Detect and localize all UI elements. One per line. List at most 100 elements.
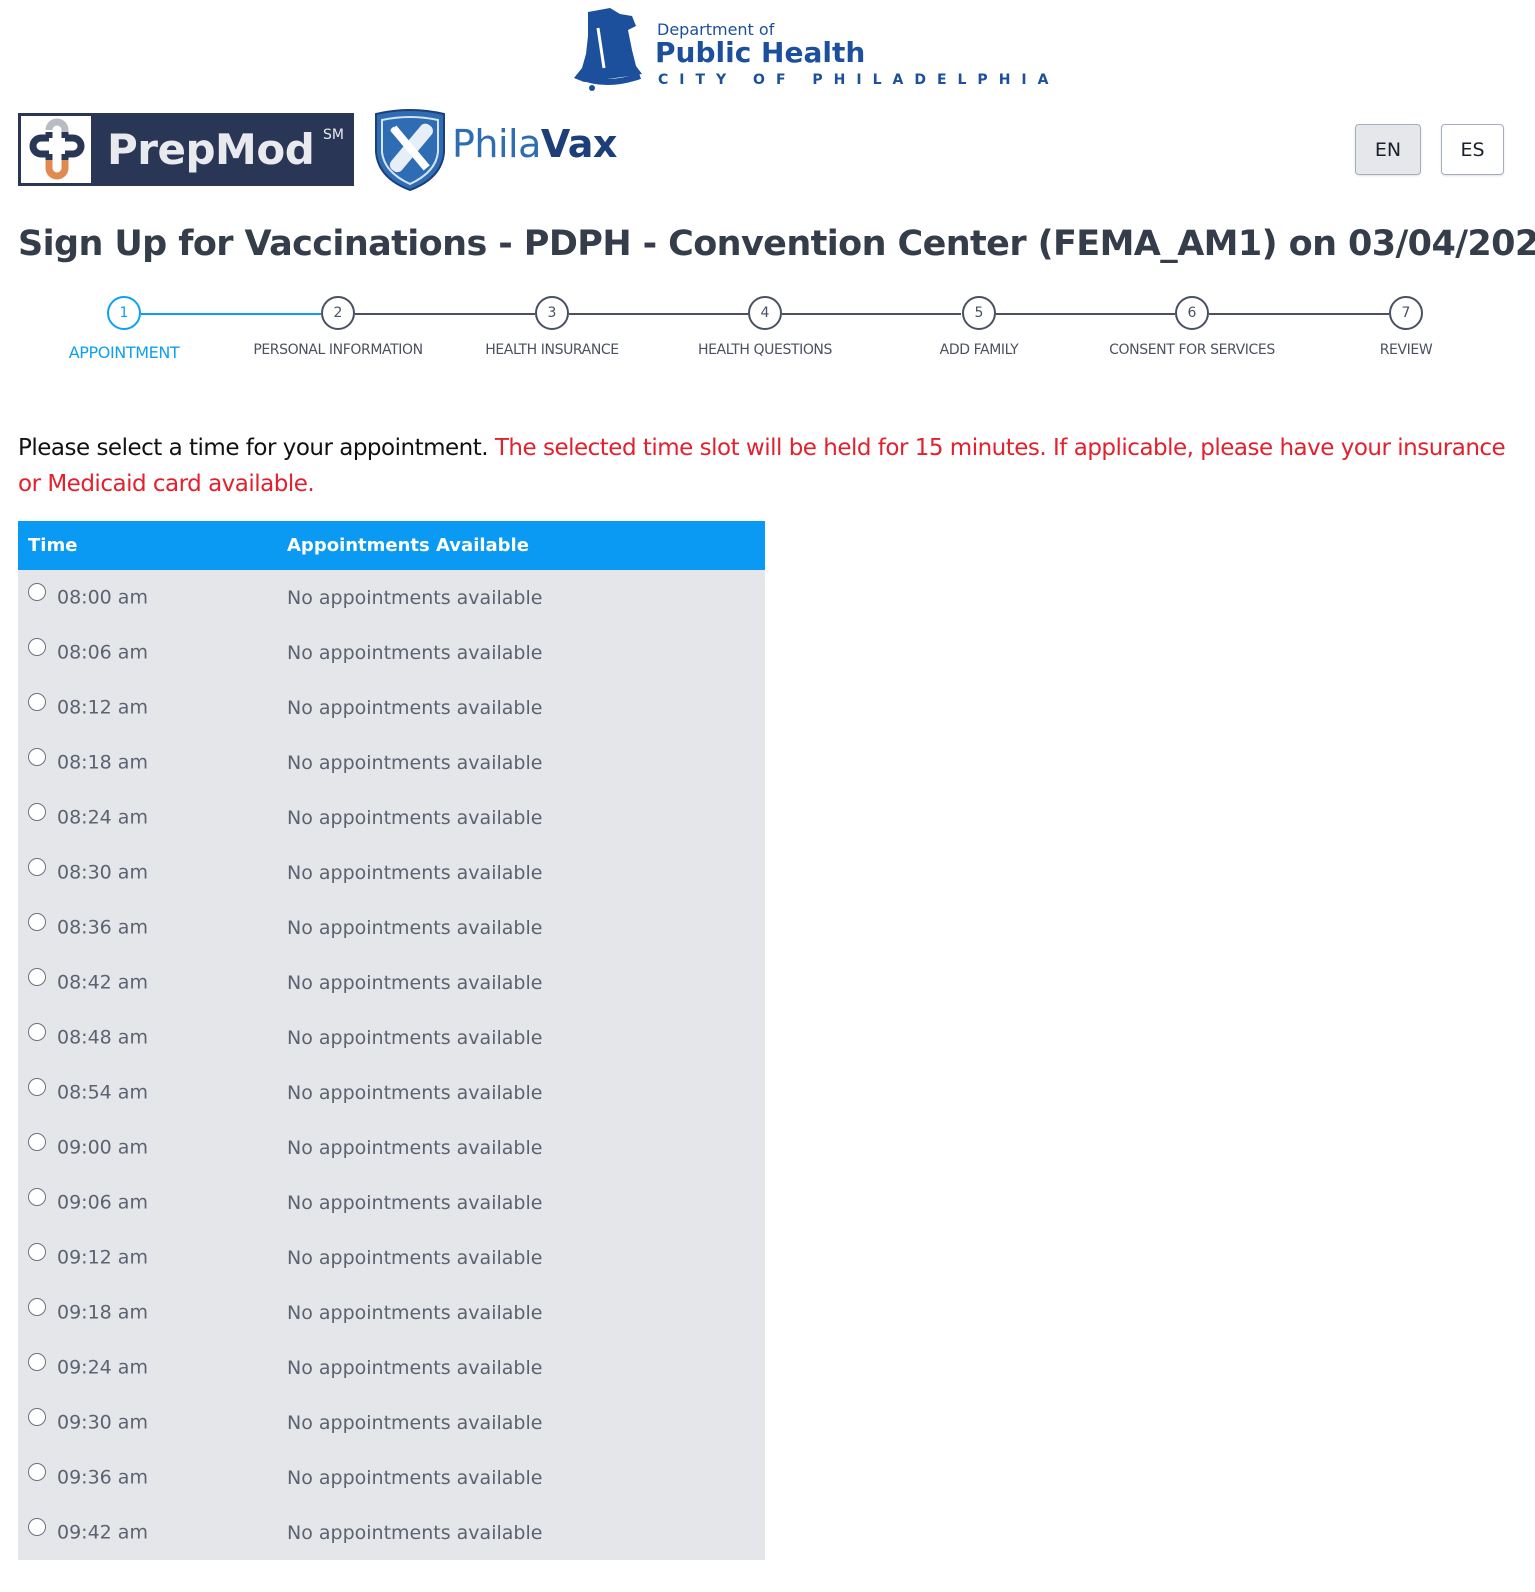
time-label: 09:36 am xyxy=(57,1466,148,1489)
table-row[interactable]: 09:36 am No appointments available xyxy=(18,1450,765,1505)
step-review[interactable]: 7 REVIEW xyxy=(1296,295,1516,358)
table-row[interactable]: 09:12 am No appointments available xyxy=(18,1230,765,1285)
table-row[interactable]: 09:42 am No appointments available xyxy=(18,1505,765,1560)
step-appointment[interactable]: 1 APPOINTMENT xyxy=(14,295,234,362)
step-label: PERSONAL INFORMATION xyxy=(253,342,423,358)
availability-cell: No appointments available xyxy=(287,1136,543,1159)
time-slot-radio[interactable] xyxy=(28,803,46,822)
time-slot-radio[interactable] xyxy=(28,1518,46,1537)
time-slot-radio[interactable] xyxy=(28,1023,46,1042)
table-row[interactable]: 08:36 am No appointments available xyxy=(18,900,765,955)
step-number: 7 xyxy=(1389,296,1423,330)
time-cell: 09:24 am xyxy=(18,1340,280,1395)
prepmod-name: PrepMod xyxy=(107,125,315,174)
table-row[interactable]: 09:30 am No appointments available xyxy=(18,1395,765,1450)
step-add-family[interactable]: 5 ADD FAMILY xyxy=(869,295,1089,358)
table-row[interactable]: 08:54 am No appointments available xyxy=(18,1065,765,1120)
table-row[interactable]: 09:18 am No appointments available xyxy=(18,1285,765,1340)
availability-cell: No appointments available xyxy=(287,1466,543,1489)
time-cell: 09:12 am xyxy=(18,1230,280,1285)
time-cell: 08:54 am xyxy=(18,1065,280,1120)
prepmod-cross-icon xyxy=(21,116,91,183)
time-slot-radio[interactable] xyxy=(28,858,46,877)
availability-cell: No appointments available xyxy=(287,1026,543,1049)
table-row[interactable]: 08:00 am No appointments available xyxy=(18,570,765,625)
prepmod-service-mark: SM xyxy=(323,127,344,143)
dept-public-health-logo: Department of Public Health CITY OF PHIL… xyxy=(570,6,1048,94)
time-cell: 09:00 am xyxy=(18,1120,280,1175)
time-label: 09:42 am xyxy=(57,1521,148,1544)
time-cell: 08:36 am xyxy=(18,900,280,955)
column-header-time: Time xyxy=(28,535,78,556)
time-slots-table: Time Appointments Available 08:00 am No a… xyxy=(18,521,765,1560)
time-slot-radio[interactable] xyxy=(28,1133,46,1152)
table-row[interactable]: 08:48 am No appointments available xyxy=(18,1010,765,1065)
time-slot-radio[interactable] xyxy=(28,583,46,602)
time-slot-radio[interactable] xyxy=(28,913,46,932)
time-label: 09:12 am xyxy=(57,1246,148,1269)
table-row[interactable]: 08:24 am No appointments available xyxy=(18,790,765,845)
time-label: 08:12 am xyxy=(57,696,148,719)
dept-logo-line3: CITY OF PHILADELPHIA xyxy=(658,72,1060,88)
table-row[interactable]: 09:06 am No appointments available xyxy=(18,1175,765,1230)
time-cell: 08:24 am xyxy=(18,790,280,845)
step-consent-for-services[interactable]: 6 CONSENT FOR SERVICES xyxy=(1082,295,1302,358)
time-cell: 08:42 am xyxy=(18,955,280,1010)
step-label: HEALTH INSURANCE xyxy=(485,342,619,358)
philavax-name: PhilaVax xyxy=(452,122,617,166)
dept-logo-line2: Public Health xyxy=(655,36,866,69)
table-row[interactable]: 08:12 am No appointments available xyxy=(18,680,765,735)
time-cell: 08:48 am xyxy=(18,1010,280,1065)
language-es-button[interactable]: ES xyxy=(1441,124,1504,175)
availability-cell: No appointments available xyxy=(287,1411,543,1434)
time-slot-radio[interactable] xyxy=(28,1298,46,1317)
time-label: 09:30 am xyxy=(57,1411,148,1434)
table-row[interactable]: 08:42 am No appointments available xyxy=(18,955,765,1010)
time-slot-radio[interactable] xyxy=(28,1243,46,1262)
language-en-button[interactable]: EN xyxy=(1355,124,1421,175)
availability-cell: No appointments available xyxy=(287,861,543,884)
time-cell: 08:30 am xyxy=(18,845,280,900)
philavax-name-light: Phila xyxy=(452,122,541,166)
step-label: HEALTH QUESTIONS xyxy=(697,342,832,358)
step-label: ADD FAMILY xyxy=(939,342,1019,358)
step-number: 1 xyxy=(107,296,141,330)
step-number: 3 xyxy=(535,296,569,330)
time-cell: 08:18 am xyxy=(18,735,280,790)
time-cell: 08:12 am xyxy=(18,680,280,735)
time-label: 08:24 am xyxy=(57,806,148,829)
time-label: 08:42 am xyxy=(57,971,148,994)
time-label: 08:00 am xyxy=(57,586,148,609)
time-slot-radio[interactable] xyxy=(28,693,46,712)
time-label: 08:54 am xyxy=(57,1081,148,1104)
time-slot-radio[interactable] xyxy=(28,1188,46,1207)
time-slot-radio[interactable] xyxy=(28,1078,46,1097)
time-slots-body: 08:00 am No appointments available 08:06 a… xyxy=(18,570,765,1560)
table-row[interactable]: 08:18 am No appointments available xyxy=(18,735,765,790)
step-number: 4 xyxy=(748,296,782,330)
step-label: CONSENT FOR SERVICES xyxy=(1109,342,1275,358)
time-cell: 08:00 am xyxy=(18,570,280,625)
time-slot-radio[interactable] xyxy=(28,748,46,767)
time-slot-radio[interactable] xyxy=(28,1463,46,1482)
time-slot-radio[interactable] xyxy=(28,638,46,657)
time-slot-radio[interactable] xyxy=(28,1408,46,1427)
availability-cell: No appointments available xyxy=(287,916,543,939)
time-slot-radio[interactable] xyxy=(28,1353,46,1372)
step-number: 2 xyxy=(321,296,355,330)
page-title: Sign Up for Vaccinations - PDPH - Conven… xyxy=(18,224,1535,264)
step-personal-information[interactable]: 2 PERSONAL INFORMATION xyxy=(228,295,448,358)
step-health-questions[interactable]: 4 HEALTH QUESTIONS xyxy=(655,295,875,358)
step-number: 5 xyxy=(962,296,996,330)
table-row[interactable]: 09:00 am No appointments available xyxy=(18,1120,765,1175)
table-row[interactable]: 09:24 am No appointments available xyxy=(18,1340,765,1395)
table-row[interactable]: 08:30 am No appointments available xyxy=(18,845,765,900)
time-label: 08:48 am xyxy=(57,1026,148,1049)
philavax-name-bold: Vax xyxy=(540,122,617,166)
step-health-insurance[interactable]: 3 HEALTH INSURANCE xyxy=(442,295,662,358)
shield-syringe-icon xyxy=(375,109,445,192)
time-slot-radio[interactable] xyxy=(28,968,46,987)
column-header-availability: Appointments Available xyxy=(287,535,529,556)
table-row[interactable]: 08:06 am No appointments available xyxy=(18,625,765,680)
availability-cell: No appointments available xyxy=(287,751,543,774)
